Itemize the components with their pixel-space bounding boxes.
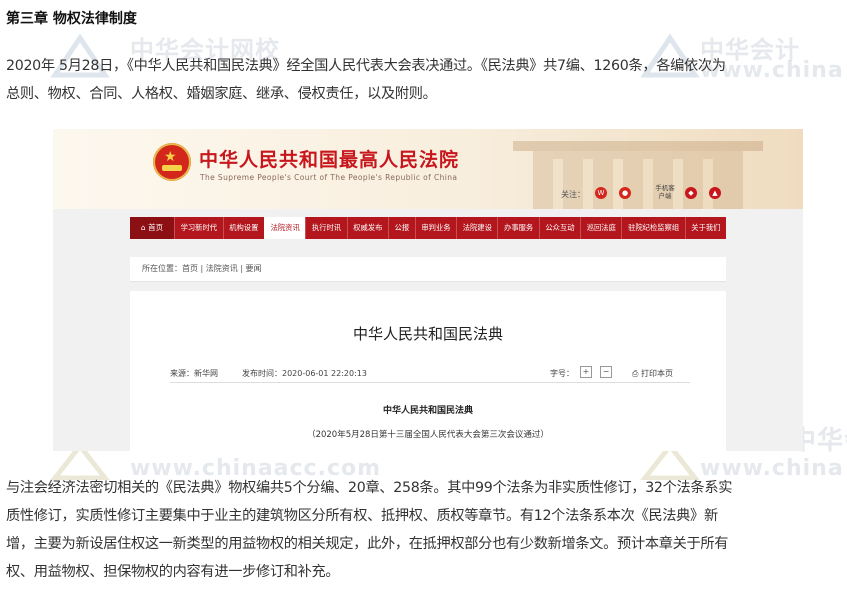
nav-item-trial[interactable]: 审判业务 (414, 217, 456, 239)
chapter-heading: 第三章 物权法律制度 (6, 11, 137, 27)
nav-item-services[interactable]: 办事服务 (497, 217, 538, 239)
nav-item-enforcement[interactable]: 执行时讯 (305, 217, 346, 239)
analysis-line: 与注会经济法密切相关的《民法典》物权编共5个分编、20章、258条。其中99个法… (6, 480, 733, 496)
court-banner: ★ 中华人民共和国最高人民法院 The Supreme People's Cou… (53, 129, 803, 209)
nav-item-releases[interactable]: 权威发布 (346, 217, 388, 239)
font-decrease-button[interactable]: − (600, 366, 612, 378)
nav-item-institutions[interactable]: 机构设置 (222, 217, 264, 239)
apple-icon[interactable]: ◆ (685, 187, 697, 199)
nav-item-interaction[interactable]: 公众互动 (538, 217, 580, 239)
font-increase-button[interactable]: + (580, 366, 592, 378)
court-title: 中华人民共和国最高人民法院 (199, 149, 460, 171)
intro-line: 总则、物权、合同、人格权、婚姻家庭、继承、侵权责任，以及附则。 (6, 86, 437, 102)
nav-home[interactable]: ⌂ 首页 (130, 217, 174, 239)
national-emblem-icon: ★ (153, 143, 191, 181)
court-building-icon (513, 141, 763, 209)
court-website-screenshot: ★ 中华人民共和国最高人民法院 The Supreme People's Cou… (53, 129, 803, 451)
article-source: 来源：新华网 (170, 369, 218, 378)
article-title: 中华人民共和国民法典 (352, 325, 503, 343)
analysis-line: 权、用益物权、担保物权的内容有进一步修订和补充。 (6, 564, 340, 580)
mobile-client-link[interactable]: 手机客户端 (653, 184, 677, 200)
intro-paragraph: 2020年 5月28日，《中华人民共和国民法典》经全国人民代表大会表决通过。《民… (6, 52, 842, 108)
nav-item-court-news[interactable]: 法院资讯 (263, 217, 306, 239)
font-size-label: 字号： (550, 369, 574, 378)
follow-label: 关注： (561, 190, 585, 199)
android-icon[interactable]: ▲ (709, 187, 721, 199)
print-button[interactable]: ⎙ 打印本页 (632, 368, 673, 379)
print-label: 打印本页 (640, 369, 673, 378)
analysis-paragraph: 与注会经济法密切相关的《民法典》物权编共5个分编、20章、258条。其中99个法… (6, 474, 842, 586)
intro-line: 2020年 5月28日，《中华人民共和国民法典》经全国人民代表大会表决通过。《民… (6, 58, 726, 74)
nav-label: 首页 (148, 223, 164, 232)
analysis-line: 增，主要为新设居住权这一新类型的用益物权的相关规定，此外，在抵押权部分也有少数新… (6, 536, 729, 552)
breadcrumb-text[interactable]: 所在位置：首页 | 法院资讯 | 要闻 (142, 264, 262, 273)
nav-item-construction[interactable]: 法院建设 (456, 217, 497, 239)
nav-item-about[interactable]: 关于我们 (684, 217, 726, 239)
nav-item-gazette[interactable]: 公报 (388, 217, 415, 239)
nav-item-inspection[interactable]: 驻院纪检监察组 (621, 217, 684, 239)
article-body-title: 中华人民共和国民法典 (382, 406, 473, 416)
article-publish-time: 发布时间：2020-06-01 22:20:13 (242, 369, 367, 378)
article-panel: 中华人民共和国民法典 来源：新华网 发布时间：2020-06-01 22:20:… (130, 291, 726, 451)
wechat-icon[interactable]: ● (619, 187, 631, 199)
court-subtitle: The Supreme People's Court of The People… (200, 173, 458, 182)
main-nav: ⌂ 首页 学习新时代 机构设置 法院资讯 执行时讯 权威发布 公报 审判业务 法… (130, 217, 726, 239)
weibo-icon[interactable]: W (595, 187, 607, 199)
breadcrumb: 所在位置：首页 | 法院资讯 | 要闻 (130, 257, 726, 282)
analysis-line: 质性修订，实质性修订主要集中于业主的建筑物区分所有权、抵押权、质权等章节。有12… (6, 508, 718, 524)
nav-item-circuit[interactable]: 巡回法庭 (580, 217, 621, 239)
nav-item-study[interactable]: 学习新时代 (174, 217, 223, 239)
article-body-note: （2020年5月28日第十三届全国人民代表大会第三次会议通过） (307, 430, 549, 440)
article-meta: 来源：新华网 发布时间：2020-06-01 22:20:13 字号： + − … (170, 366, 690, 383)
